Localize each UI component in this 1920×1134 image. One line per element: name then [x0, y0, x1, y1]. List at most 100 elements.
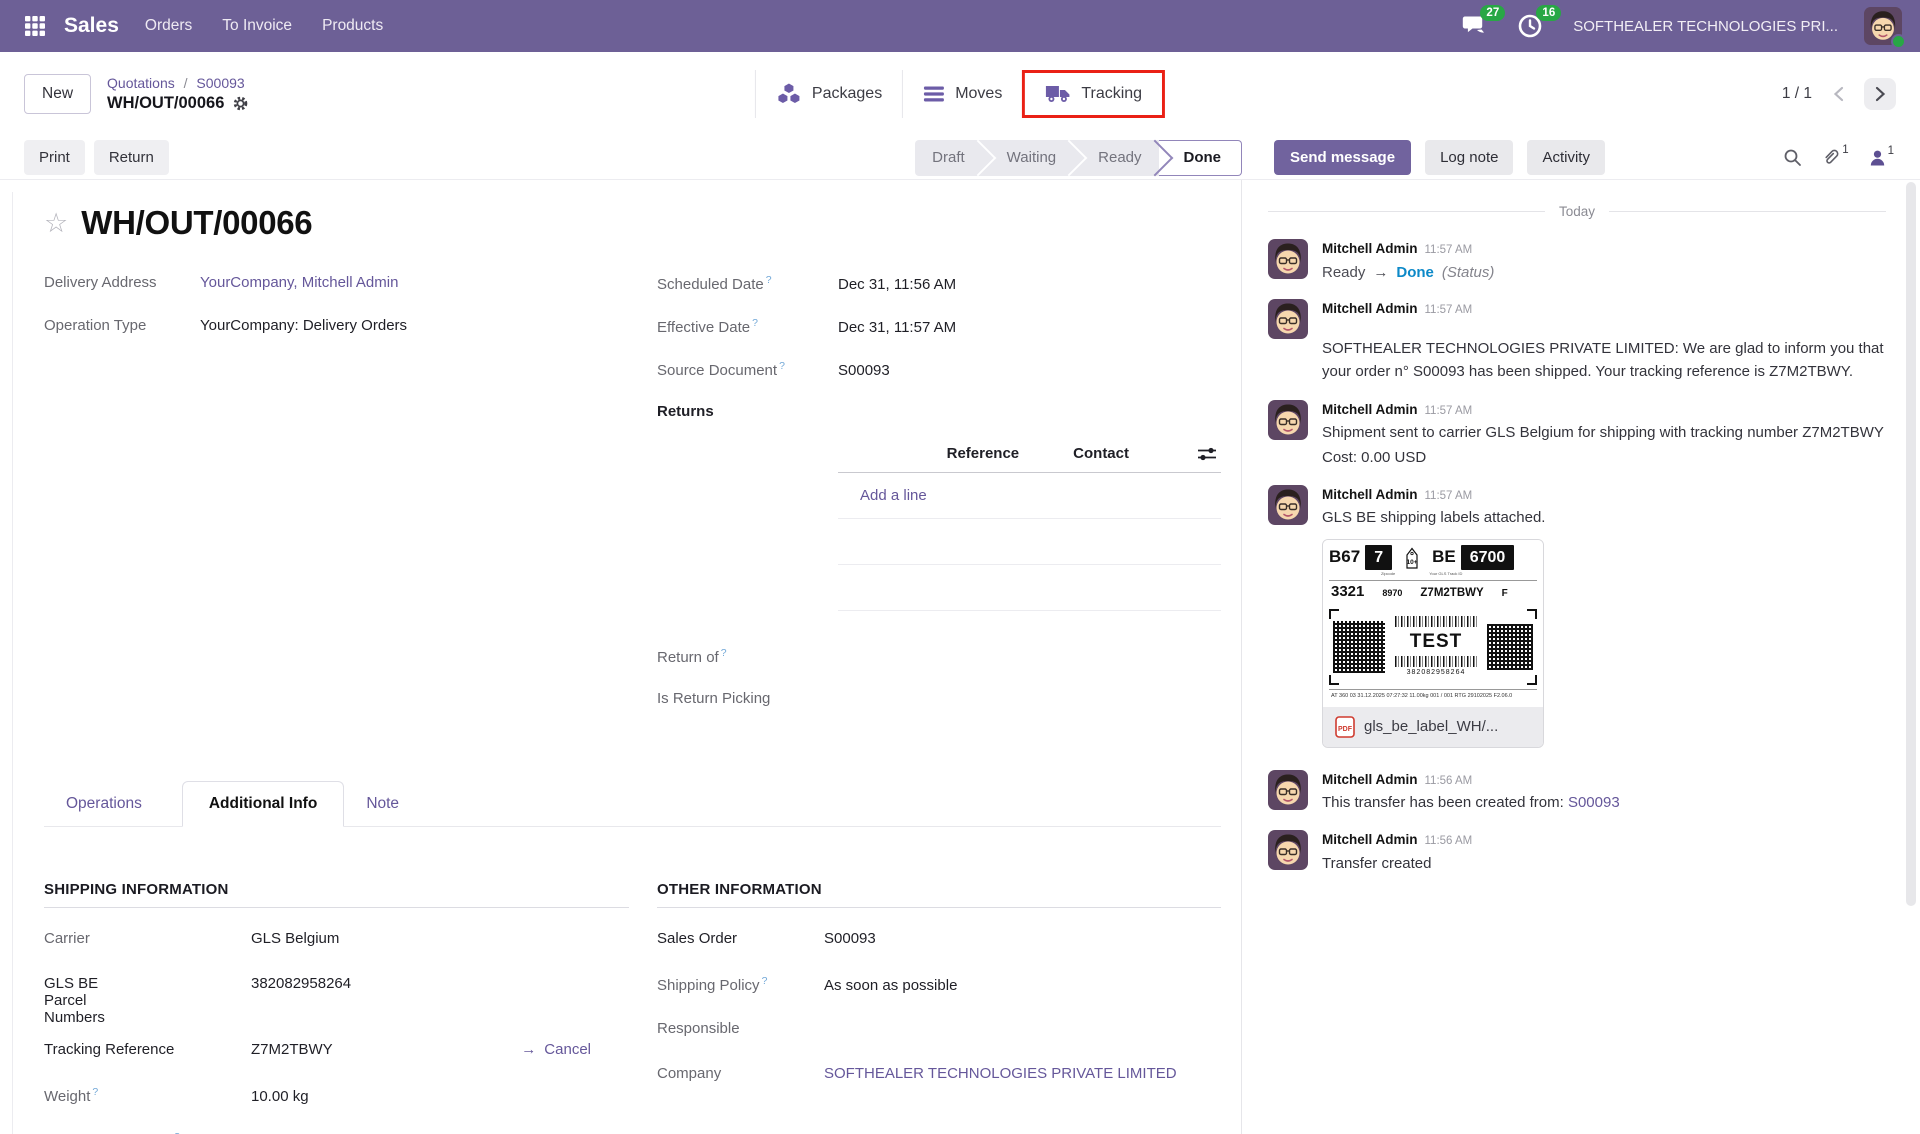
label-pos: F — [1502, 587, 1508, 602]
is-return-picking-label: Is Return Picking — [657, 690, 838, 707]
message-time: 11:56 AM — [1425, 833, 1473, 850]
message-avatar — [1268, 299, 1308, 339]
messages-count-badge: 27 — [1480, 5, 1505, 21]
parcel-numbers-label: GLS BE Parcel Numbers — [44, 975, 194, 1026]
delivery-address-value[interactable]: YourCompany, Mitchell Admin — [200, 274, 398, 291]
tab-operations[interactable]: Operations — [44, 782, 164, 826]
sales-order-value[interactable]: S00093 — [824, 930, 876, 947]
moves-label: Moves — [955, 85, 1002, 103]
attachment-filename: gls_be_label_WH/... — [1364, 716, 1498, 738]
nav-item-to-invoice[interactable]: To Invoice — [222, 17, 292, 35]
apps-grid-icon[interactable] — [18, 9, 52, 43]
parcel-numbers-value[interactable]: 382082958264 — [251, 975, 351, 992]
pager: 1 / 1 — [1782, 78, 1896, 110]
attachments-icon[interactable]: 1 — [1822, 148, 1848, 167]
arrow-icon: → — [521, 1041, 536, 1058]
new-button[interactable]: New — [24, 74, 91, 114]
app-name[interactable]: Sales — [64, 14, 119, 38]
nav-item-products[interactable]: Products — [322, 17, 383, 35]
breadcrumb-quotations[interactable]: Quotations — [107, 75, 175, 91]
returns-column-contact[interactable]: Contact — [1073, 445, 1129, 462]
favorite-star-icon[interactable]: ☆ — [44, 210, 68, 237]
notebook-tabs: Operations Additional Info Note — [44, 779, 1221, 827]
search-messages-icon[interactable] — [1783, 148, 1802, 167]
help-marker: ? — [92, 1086, 98, 1098]
message-text: Shipment sent to carrier GLS Belgium for… — [1322, 422, 1884, 444]
message: Mitchell Admin 11:57 AM SOFTHEALER TECHN… — [1268, 299, 1886, 383]
message-time: 11:57 AM — [1425, 488, 1473, 505]
form-sheet: ☆ WH/OUT/00066 Delivery Address YourComp… — [0, 180, 1242, 1134]
returns-table: Reference Contact Add a line — [838, 439, 1221, 611]
message-text: GLS BE shipping labels attached. — [1322, 507, 1545, 529]
other-information-heading: OTHER INFORMATION — [657, 881, 1221, 908]
operation-type-value[interactable]: YourCompany: Delivery Orders — [200, 317, 407, 334]
message-author[interactable]: Mitchell Admin — [1322, 485, 1418, 505]
pager-next-icon[interactable] — [1864, 78, 1896, 110]
attachment-chip[interactable]: PDF gls_be_label_WH/... — [1323, 707, 1543, 747]
help-marker: ? — [721, 647, 727, 659]
message-author[interactable]: Mitchell Admin — [1322, 239, 1418, 259]
company-value[interactable]: SOFTHEALER TECHNOLOGIES PRIVATE LIMITED — [824, 1065, 1177, 1082]
message-text: SOFTHEALER TECHNOLOGIES PRIVATE LIMITED:… — [1322, 337, 1886, 384]
tracking-label: Tracking — [1081, 85, 1142, 103]
action-bar: Print Return Draft Waiting Ready Done Se… — [0, 136, 1920, 180]
cancel-shipment-link[interactable]: → Cancel — [521, 1041, 591, 1058]
label-weight-tag-icon: 10+ — [1399, 547, 1425, 569]
weight-label: Weight? — [44, 1086, 251, 1105]
effective-date-value[interactable]: Dec 31, 11:57 AM — [838, 319, 956, 336]
packages-label: Packages — [812, 85, 882, 103]
breadcrumb-s00093[interactable]: S00093 — [196, 75, 244, 91]
message-author[interactable]: Mitchell Admin — [1322, 770, 1418, 790]
gls-label-preview: B67 7 10+ BE 6700 — [1323, 540, 1543, 706]
print-button[interactable]: Print — [24, 140, 85, 175]
label-barcode — [1395, 616, 1477, 627]
nav-item-orders[interactable]: Orders — [145, 17, 192, 35]
label-datamatrix-code — [1487, 624, 1533, 670]
activities-clock-icon[interactable]: 16 — [1517, 13, 1547, 39]
message-time: 11:57 AM — [1425, 242, 1473, 259]
carrier-value[interactable]: GLS Belgium — [251, 930, 339, 947]
weight-value[interactable]: 10.00 kg — [251, 1088, 309, 1105]
gear-icon[interactable] — [232, 95, 249, 112]
company-switcher[interactable]: SOFTHEALER TECHNOLOGIES PRI... — [1573, 18, 1838, 35]
label-depot: B67 — [1329, 545, 1360, 570]
label-zip: 6700 — [1461, 545, 1515, 570]
packages-button[interactable]: Packages — [755, 70, 902, 118]
label-code2: 8970 — [1382, 587, 1402, 600]
shipping-label-attachment[interactable]: B67 7 10+ BE 6700 — [1322, 539, 1544, 747]
table-options-icon[interactable] — [1197, 446, 1217, 462]
message-time: 11:57 AM — [1425, 302, 1473, 319]
returns-column-reference[interactable]: Reference — [947, 445, 1020, 462]
followers-icon[interactable]: 1 — [1869, 149, 1894, 167]
moves-button[interactable]: Moves — [902, 70, 1022, 118]
tab-additional-info[interactable]: Additional Info — [182, 781, 344, 827]
send-message-button[interactable]: Send message — [1274, 140, 1411, 175]
status-step-draft[interactable]: Draft — [915, 140, 982, 176]
tracking-button[interactable]: Tracking — [1025, 73, 1162, 115]
pager-value[interactable]: 1 / 1 — [1782, 85, 1812, 103]
source-order-link[interactable]: S00093 — [1568, 794, 1620, 811]
user-avatar[interactable] — [1864, 7, 1902, 45]
sales-order-label: Sales Order — [657, 930, 824, 947]
message-avatar — [1268, 830, 1308, 870]
breadcrumb-separator: / — [184, 75, 188, 91]
message-author[interactable]: Mitchell Admin — [1322, 400, 1418, 420]
shipping-policy-value[interactable]: As soon as possible — [824, 977, 957, 994]
label-zone: 7 — [1365, 545, 1392, 570]
follower-count: 1 — [1888, 145, 1894, 157]
messages-icon[interactable]: 27 — [1461, 13, 1491, 39]
message-author[interactable]: Mitchell Admin — [1322, 299, 1418, 319]
scheduled-date-value[interactable]: Dec 31, 11:56 AM — [838, 276, 956, 293]
source-document-value[interactable]: S00093 — [838, 362, 890, 379]
activity-button[interactable]: Activity — [1527, 140, 1605, 175]
return-button[interactable]: Return — [94, 140, 169, 175]
tab-note[interactable]: Note — [344, 782, 421, 826]
add-a-line-link[interactable]: Add a line — [838, 473, 1221, 519]
tracking-change-line: Ready→Done(Status) — [1322, 262, 1494, 284]
message-author[interactable]: Mitchell Admin — [1322, 830, 1418, 850]
label-test-text: TEST — [1391, 628, 1481, 656]
log-note-button[interactable]: Log note — [1425, 140, 1513, 175]
scrollbar-thumb[interactable] — [1906, 182, 1916, 906]
tracking-reference-value[interactable]: Z7M2TBWY — [251, 1041, 333, 1058]
pager-previous-icon[interactable] — [1822, 78, 1854, 110]
